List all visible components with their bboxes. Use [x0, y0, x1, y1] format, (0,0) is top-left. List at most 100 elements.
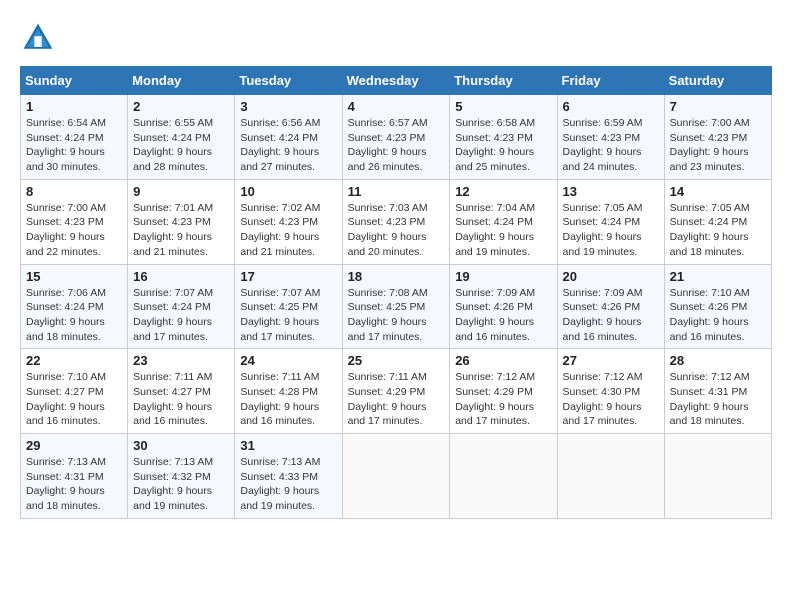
day-number: 8	[26, 184, 122, 199]
calendar-cell: 28 Sunrise: 7:12 AM Sunset: 4:31 PM Dayl…	[664, 349, 771, 434]
day-number: 19	[455, 269, 551, 284]
day-detail: Sunrise: 7:12 AM Sunset: 4:30 PM Dayligh…	[563, 370, 659, 429]
calendar-cell: 6 Sunrise: 6:59 AM Sunset: 4:23 PM Dayli…	[557, 95, 664, 180]
calendar-cell: 18 Sunrise: 7:08 AM Sunset: 4:25 PM Dayl…	[342, 264, 450, 349]
day-detail: Sunrise: 7:07 AM Sunset: 4:25 PM Dayligh…	[240, 286, 336, 345]
day-number: 11	[348, 184, 445, 199]
day-number: 21	[670, 269, 766, 284]
calendar-cell: 2 Sunrise: 6:55 AM Sunset: 4:24 PM Dayli…	[128, 95, 235, 180]
day-detail: Sunrise: 7:13 AM Sunset: 4:31 PM Dayligh…	[26, 455, 122, 514]
calendar-cell: 1 Sunrise: 6:54 AM Sunset: 4:24 PM Dayli…	[21, 95, 128, 180]
calendar-cell	[342, 434, 450, 519]
header	[20, 20, 772, 56]
calendar-cell: 19 Sunrise: 7:09 AM Sunset: 4:26 PM Dayl…	[450, 264, 557, 349]
day-detail: Sunrise: 7:13 AM Sunset: 4:33 PM Dayligh…	[240, 455, 336, 514]
calendar-week-5: 29 Sunrise: 7:13 AM Sunset: 4:31 PM Dayl…	[21, 434, 772, 519]
day-number: 31	[240, 438, 336, 453]
day-number: 29	[26, 438, 122, 453]
day-detail: Sunrise: 7:03 AM Sunset: 4:23 PM Dayligh…	[348, 201, 445, 260]
day-detail: Sunrise: 7:00 AM Sunset: 4:23 PM Dayligh…	[26, 201, 122, 260]
calendar-cell: 7 Sunrise: 7:00 AM Sunset: 4:23 PM Dayli…	[664, 95, 771, 180]
calendar-week-4: 22 Sunrise: 7:10 AM Sunset: 4:27 PM Dayl…	[21, 349, 772, 434]
calendar-cell: 8 Sunrise: 7:00 AM Sunset: 4:23 PM Dayli…	[21, 179, 128, 264]
day-detail: Sunrise: 7:12 AM Sunset: 4:29 PM Dayligh…	[455, 370, 551, 429]
day-number: 27	[563, 353, 659, 368]
day-number: 13	[563, 184, 659, 199]
day-detail: Sunrise: 7:05 AM Sunset: 4:24 PM Dayligh…	[563, 201, 659, 260]
calendar-cell: 14 Sunrise: 7:05 AM Sunset: 4:24 PM Dayl…	[664, 179, 771, 264]
calendar-cell: 26 Sunrise: 7:12 AM Sunset: 4:29 PM Dayl…	[450, 349, 557, 434]
weekday-header-friday: Friday	[557, 67, 664, 95]
calendar-cell: 22 Sunrise: 7:10 AM Sunset: 4:27 PM Dayl…	[21, 349, 128, 434]
logo-icon	[20, 20, 56, 56]
weekday-header-tuesday: Tuesday	[235, 67, 342, 95]
calendar-cell	[664, 434, 771, 519]
calendar-cell: 31 Sunrise: 7:13 AM Sunset: 4:33 PM Dayl…	[235, 434, 342, 519]
day-number: 30	[133, 438, 229, 453]
calendar-week-3: 15 Sunrise: 7:06 AM Sunset: 4:24 PM Dayl…	[21, 264, 772, 349]
day-detail: Sunrise: 6:58 AM Sunset: 4:23 PM Dayligh…	[455, 116, 551, 175]
day-number: 4	[348, 99, 445, 114]
day-number: 24	[240, 353, 336, 368]
day-detail: Sunrise: 7:10 AM Sunset: 4:26 PM Dayligh…	[670, 286, 766, 345]
calendar-cell: 11 Sunrise: 7:03 AM Sunset: 4:23 PM Dayl…	[342, 179, 450, 264]
day-number: 5	[455, 99, 551, 114]
weekday-header-wednesday: Wednesday	[342, 67, 450, 95]
day-number: 28	[670, 353, 766, 368]
day-detail: Sunrise: 7:07 AM Sunset: 4:24 PM Dayligh…	[133, 286, 229, 345]
day-number: 20	[563, 269, 659, 284]
day-detail: Sunrise: 7:02 AM Sunset: 4:23 PM Dayligh…	[240, 201, 336, 260]
day-detail: Sunrise: 6:56 AM Sunset: 4:24 PM Dayligh…	[240, 116, 336, 175]
calendar-cell: 4 Sunrise: 6:57 AM Sunset: 4:23 PM Dayli…	[342, 95, 450, 180]
day-number: 7	[670, 99, 766, 114]
day-number: 2	[133, 99, 229, 114]
day-detail: Sunrise: 7:00 AM Sunset: 4:23 PM Dayligh…	[670, 116, 766, 175]
calendar-cell: 13 Sunrise: 7:05 AM Sunset: 4:24 PM Dayl…	[557, 179, 664, 264]
calendar-cell: 3 Sunrise: 6:56 AM Sunset: 4:24 PM Dayli…	[235, 95, 342, 180]
day-number: 9	[133, 184, 229, 199]
calendar-cell: 27 Sunrise: 7:12 AM Sunset: 4:30 PM Dayl…	[557, 349, 664, 434]
day-detail: Sunrise: 6:57 AM Sunset: 4:23 PM Dayligh…	[348, 116, 445, 175]
calendar-cell: 30 Sunrise: 7:13 AM Sunset: 4:32 PM Dayl…	[128, 434, 235, 519]
day-number: 18	[348, 269, 445, 284]
day-detail: Sunrise: 6:54 AM Sunset: 4:24 PM Dayligh…	[26, 116, 122, 175]
day-detail: Sunrise: 7:01 AM Sunset: 4:23 PM Dayligh…	[133, 201, 229, 260]
day-number: 15	[26, 269, 122, 284]
day-number: 12	[455, 184, 551, 199]
weekday-header-thursday: Thursday	[450, 67, 557, 95]
calendar-cell: 17 Sunrise: 7:07 AM Sunset: 4:25 PM Dayl…	[235, 264, 342, 349]
calendar-cell: 15 Sunrise: 7:06 AM Sunset: 4:24 PM Dayl…	[21, 264, 128, 349]
day-detail: Sunrise: 7:09 AM Sunset: 4:26 PM Dayligh…	[455, 286, 551, 345]
calendar-cell: 5 Sunrise: 6:58 AM Sunset: 4:23 PM Dayli…	[450, 95, 557, 180]
calendar-cell: 9 Sunrise: 7:01 AM Sunset: 4:23 PM Dayli…	[128, 179, 235, 264]
day-number: 1	[26, 99, 122, 114]
day-number: 22	[26, 353, 122, 368]
day-number: 17	[240, 269, 336, 284]
day-number: 26	[455, 353, 551, 368]
day-detail: Sunrise: 7:11 AM Sunset: 4:29 PM Dayligh…	[348, 370, 445, 429]
calendar-cell: 25 Sunrise: 7:11 AM Sunset: 4:29 PM Dayl…	[342, 349, 450, 434]
day-detail: Sunrise: 7:12 AM Sunset: 4:31 PM Dayligh…	[670, 370, 766, 429]
logo	[20, 20, 62, 56]
weekday-header-sunday: Sunday	[21, 67, 128, 95]
day-number: 16	[133, 269, 229, 284]
day-detail: Sunrise: 6:55 AM Sunset: 4:24 PM Dayligh…	[133, 116, 229, 175]
day-number: 3	[240, 99, 336, 114]
day-detail: Sunrise: 7:11 AM Sunset: 4:27 PM Dayligh…	[133, 370, 229, 429]
calendar-week-2: 8 Sunrise: 7:00 AM Sunset: 4:23 PM Dayli…	[21, 179, 772, 264]
day-detail: Sunrise: 7:13 AM Sunset: 4:32 PM Dayligh…	[133, 455, 229, 514]
weekday-header-monday: Monday	[128, 67, 235, 95]
day-number: 6	[563, 99, 659, 114]
calendar-cell: 24 Sunrise: 7:11 AM Sunset: 4:28 PM Dayl…	[235, 349, 342, 434]
calendar-cell: 23 Sunrise: 7:11 AM Sunset: 4:27 PM Dayl…	[128, 349, 235, 434]
calendar-cell: 20 Sunrise: 7:09 AM Sunset: 4:26 PM Dayl…	[557, 264, 664, 349]
day-number: 10	[240, 184, 336, 199]
calendar: SundayMondayTuesdayWednesdayThursdayFrid…	[20, 66, 772, 519]
calendar-cell	[450, 434, 557, 519]
calendar-cell: 16 Sunrise: 7:07 AM Sunset: 4:24 PM Dayl…	[128, 264, 235, 349]
calendar-week-1: 1 Sunrise: 6:54 AM Sunset: 4:24 PM Dayli…	[21, 95, 772, 180]
day-detail: Sunrise: 7:11 AM Sunset: 4:28 PM Dayligh…	[240, 370, 336, 429]
day-number: 14	[670, 184, 766, 199]
day-detail: Sunrise: 7:05 AM Sunset: 4:24 PM Dayligh…	[670, 201, 766, 260]
day-number: 25	[348, 353, 445, 368]
